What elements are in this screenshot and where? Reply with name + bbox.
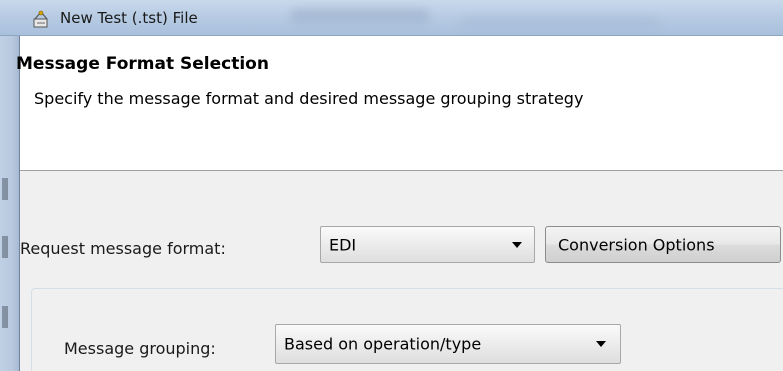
window-title: New Test (.tst) File <box>60 9 198 27</box>
background-window-blur-secondary <box>460 18 660 28</box>
request-format-dropdown[interactable]: EDI <box>320 226 535 263</box>
title-bar[interactable]: New Test (.tst) File <box>0 0 783 36</box>
wizard-icon <box>33 10 48 28</box>
background-window-blur <box>290 8 430 24</box>
chevron-down-icon <box>512 241 522 248</box>
request-format-value: EDI <box>329 235 357 254</box>
conversion-options-label: Conversion Options <box>558 235 715 254</box>
chevron-down-icon <box>596 341 606 347</box>
frame-artifact <box>2 306 8 328</box>
page-description: Specify the message format and desired m… <box>34 89 584 108</box>
frame-artifact <box>2 178 8 200</box>
message-grouping-dropdown[interactable]: Based on operation/type <box>275 324 621 364</box>
frame-artifact <box>2 236 8 258</box>
message-grouping-value: Based on operation/type <box>284 334 482 354</box>
page-title: Message Format Selection <box>16 54 269 74</box>
conversion-options-button[interactable]: Conversion Options <box>545 226 781 263</box>
new-test-file-dialog: New Test (.tst) File Message Format Sele… <box>0 0 783 371</box>
request-format-label: Request message format: <box>20 239 226 258</box>
message-grouping-label: Message grouping: <box>64 339 216 358</box>
